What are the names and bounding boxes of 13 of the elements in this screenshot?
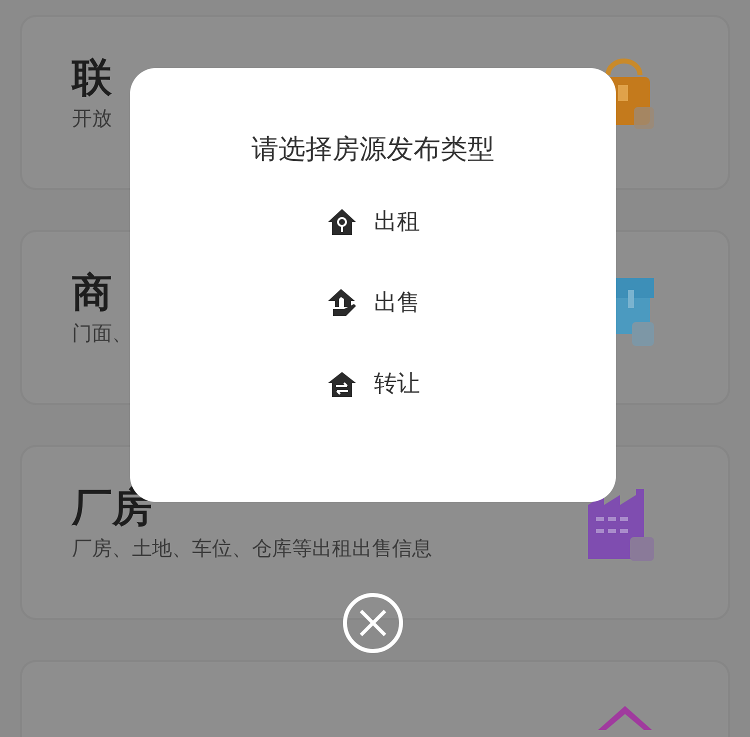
card-subtitle: 开放 xyxy=(72,105,112,132)
card-subtitle: 门面、 xyxy=(72,320,132,347)
card-title: 商 xyxy=(72,269,113,318)
house-key-icon xyxy=(327,207,357,237)
card-title: 联 xyxy=(72,54,112,103)
option-button[interactable]: 出租 xyxy=(326,202,420,242)
house-transfer-icon xyxy=(327,370,357,398)
card-subtitle: 厂房、土地、车位、仓库等出租出售信息 xyxy=(72,535,432,562)
dialog-title: 请选择房源发布类型 xyxy=(252,133,494,167)
close-button[interactable] xyxy=(342,592,404,654)
house-hand-icon xyxy=(326,287,358,319)
option-button[interactable]: 出售 xyxy=(326,283,420,323)
option-button[interactable]: 转让 xyxy=(326,364,420,404)
